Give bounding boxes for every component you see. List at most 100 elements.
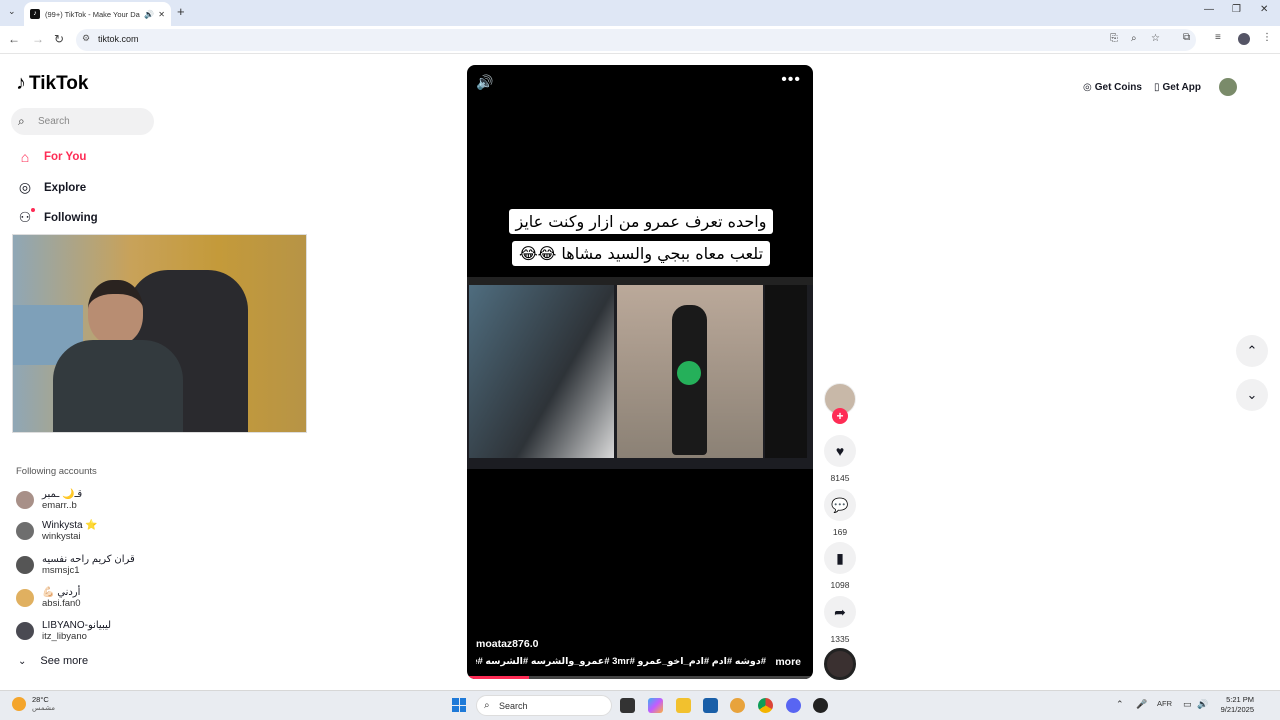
language-indicator[interactable]: AFR <box>1157 699 1172 708</box>
like-count: 8145 <box>830 473 850 483</box>
browser-menu-icon[interactable]: ⋮ <box>1262 32 1272 43</box>
previous-video-button[interactable]: ⌃ <box>1236 335 1268 367</box>
search-icon: ⌕ <box>18 114 25 128</box>
streamer <box>53 280 183 432</box>
progress-fill <box>467 676 530 679</box>
task-view-icon[interactable] <box>620 698 635 713</box>
save-count: 1098 <box>830 580 850 590</box>
network-icon[interactable]: ▭ <box>1183 699 1192 710</box>
mic-icon <box>677 361 701 385</box>
app-icon[interactable] <box>730 698 745 713</box>
file-explorer-icon[interactable] <box>676 698 691 713</box>
account-name: LIBYANO-ليبيانو <box>42 620 112 631</box>
video-pane-right <box>765 285 807 458</box>
account-name: 💪🏻 أردني <box>42 587 81 598</box>
site-info-icon[interactable]: ⚙ <box>82 33 90 44</box>
next-video-button[interactable]: ⌄ <box>1236 379 1268 411</box>
media-control-icon[interactable]: ≡ <box>1215 32 1221 43</box>
volume-icon[interactable]: 🔊 <box>476 74 493 91</box>
clock[interactable]: 5:21 PM 9/21/2025 <box>1212 695 1254 715</box>
video-frame-content <box>467 277 813 469</box>
video-caption-line-2: تلعب معاه ببجي والسيد مشاها 😂😂 <box>501 241 781 266</box>
like-button[interactable]: ♥ <box>824 435 856 467</box>
see-more-button[interactable]: ⌄ See more <box>18 655 88 667</box>
reload-icon[interactable]: ↻ <box>54 32 64 46</box>
extensions-icon[interactable]: ⧉ <box>1183 32 1190 43</box>
account-item[interactable]: LIBYANO-ليبيانو itz_libyano <box>16 620 111 642</box>
account-item[interactable]: 💪🏻 أردني absi.fan0 <box>16 587 81 609</box>
browser-tab[interactable]: ♪ (99+) TikTok - Make Your Day 🔊 ✕ <box>24 2 171 26</box>
share-count: 1335 <box>830 634 850 644</box>
chrome-icon[interactable] <box>758 698 773 713</box>
time: 5:21 PM <box>1226 695 1254 704</box>
nav-following[interactable]: ⚇ Following <box>16 209 98 226</box>
video-hashtags[interactable]: #دوشه #ادم #ادم_اخو_عمرو #3mr #عمرو_والش… <box>476 656 766 667</box>
browser-profile-avatar[interactable] <box>1238 33 1250 45</box>
account-item[interactable]: Winkysta ⭐ winkystai <box>16 520 98 542</box>
microphone-icon[interactable]: 🎤 <box>1136 699 1147 710</box>
account-handle: emarr..b <box>42 500 77 511</box>
maximize-icon[interactable]: ❐ <box>1232 4 1241 15</box>
get-app-button[interactable]: ▯ Get App <box>1154 82 1201 93</box>
tiktok-logo[interactable]: ♪ TikTok <box>16 72 88 95</box>
search-input[interactable]: ⌕ Search <box>11 108 154 135</box>
account-item[interactable]: قـ🌙 ـمبر emarr..b <box>16 489 82 511</box>
store-icon[interactable] <box>703 698 718 713</box>
forward-icon[interactable]: → <box>32 32 44 46</box>
zoom-icon[interactable]: ⌕ <box>1131 33 1137 44</box>
back-icon[interactable]: ← <box>8 32 20 46</box>
chevron-down-icon: ⌄ <box>18 655 27 667</box>
video-pane-left <box>469 285 614 458</box>
weather-widget[interactable]: 28°C مشمس <box>12 695 55 713</box>
url-field[interactable]: ⚙ tiktok.com ⎘ ⌕ ☆ <box>76 29 1196 51</box>
bookmark-star-icon[interactable]: ☆ <box>1151 33 1160 44</box>
start-windows-icon[interactable] <box>452 698 466 712</box>
copilot-icon[interactable] <box>648 698 663 713</box>
follow-plus-icon[interactable]: + <box>832 408 848 424</box>
video-caption-line-1: واحده تعرف عمرو من ازار وكنت عايز <box>501 209 781 234</box>
heart-icon: ♥ <box>835 443 845 459</box>
address-bar-row: ← → ↻ ⚙ tiktok.com ⎘ ⌕ ☆ <box>0 26 1280 54</box>
nav-for-you-label: For You <box>44 151 87 163</box>
nav-following-label: Following <box>44 211 98 224</box>
account-handle: msmsjc1 <box>42 565 80 576</box>
speaker-icon[interactable]: 🔊 <box>1197 699 1208 710</box>
nav-explore[interactable]: ◎ Explore <box>16 179 86 196</box>
discord-icon[interactable] <box>786 698 801 713</box>
more-options-icon[interactable]: ••• <box>781 71 801 89</box>
save-button[interactable]: ▮ <box>824 542 856 574</box>
speaker-icon[interactable]: 🔊 <box>144 10 154 19</box>
live-preview-thumbnail[interactable] <box>12 234 307 433</box>
user-avatar[interactable] <box>1219 78 1237 96</box>
home-icon: ⌂ <box>20 149 30 165</box>
share-button[interactable]: ➦ <box>824 596 856 628</box>
minimize-icon[interactable]: — <box>1204 4 1214 15</box>
more-button[interactable]: more <box>775 656 801 668</box>
notification-dot <box>31 208 35 212</box>
close-tab-icon[interactable]: ✕ <box>158 10 165 19</box>
video-progress-bar[interactable] <box>467 676 813 679</box>
taskbar-search[interactable]: ⌕ Search <box>476 695 612 716</box>
close-window-icon[interactable]: ✕ <box>1260 4 1268 15</box>
search-placeholder: Search <box>38 116 70 127</box>
install-app-icon[interactable]: ⎘ <box>1110 33 1118 44</box>
comment-button[interactable]: 💬 <box>824 489 856 521</box>
tiktok-favicon-icon: ♪ <box>30 9 40 19</box>
music-disc-icon[interactable] <box>824 648 856 680</box>
account-handle: itz_libyano <box>42 631 87 642</box>
new-tab-icon[interactable]: + <box>177 4 185 19</box>
video-player[interactable]: 🔊 ••• واحده تعرف عمرو من ازار وكنت عايز … <box>467 65 813 679</box>
url-text: tiktok.com <box>98 34 139 44</box>
account-name: Winkysta ⭐ <box>42 520 98 531</box>
video-author[interactable]: moataz876.0 <box>476 638 538 650</box>
get-coins-button[interactable]: ◎ Get Coins <box>1083 82 1142 93</box>
app-icon[interactable] <box>813 698 828 713</box>
tray-chevron-up-icon[interactable]: ⌃ <box>1116 699 1124 710</box>
avatar <box>16 622 34 640</box>
nav-explore-label: Explore <box>44 181 87 194</box>
tab-title: (99+) TikTok - Make Your Day <box>45 9 141 19</box>
nav-for-you[interactable]: ⌂ For You <box>16 149 87 165</box>
account-item[interactable]: قران كريم راحه نفسيه msmsjc1 <box>16 554 135 576</box>
avatar <box>16 491 34 509</box>
tab-search-icon[interactable]: ⌄ <box>8 6 16 17</box>
